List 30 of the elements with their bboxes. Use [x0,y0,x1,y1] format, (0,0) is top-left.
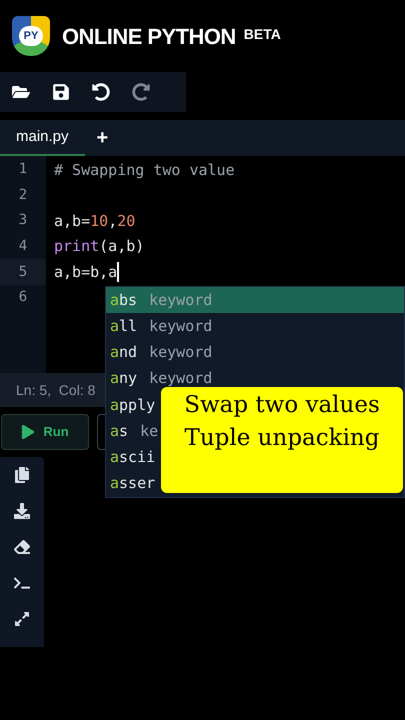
logo-text: PY [19,26,43,46]
beta-label: BETA [244,25,281,44]
line-number: 3 [18,211,28,230]
folder-icon[interactable] [12,83,30,101]
suggestion-item[interactable]: abs keyword [106,287,404,314]
code-line: a,b=10,20 [54,210,136,232]
line-number: 2 [18,186,28,205]
caption-line: Swap two values [184,391,380,420]
line-number: 6 [18,288,28,308]
save-icon[interactable] [52,83,70,101]
download-icon[interactable] [14,503,30,519]
add-tab-button[interactable]: + [84,123,120,153]
code-line: # Swapping two value [54,160,235,181]
cursor-position: Ln: 5, Col: 8 [16,380,96,400]
play-icon [21,425,36,439]
line-number: 1 [18,160,28,180]
code-line: a,b=b,a [54,262,118,283]
run-button[interactable]: Run [1,414,89,450]
expand-icon[interactable] [14,611,30,627]
copy-icon[interactable] [14,467,30,483]
eraser-icon[interactable] [14,539,30,555]
code-line: print(a,b) [54,236,144,258]
app-title: ONLINE PYTHON [62,22,236,50]
terminal-icon[interactable] [14,575,30,591]
line-number: 4 [18,237,28,256]
caption-line: Tuple unpacking [184,424,380,453]
suggestion-item[interactable]: and keyword [106,339,404,366]
line-number: 5 [18,262,28,282]
suggestion-item[interactable]: all keyword [106,313,404,340]
undo-icon[interactable] [92,83,110,101]
